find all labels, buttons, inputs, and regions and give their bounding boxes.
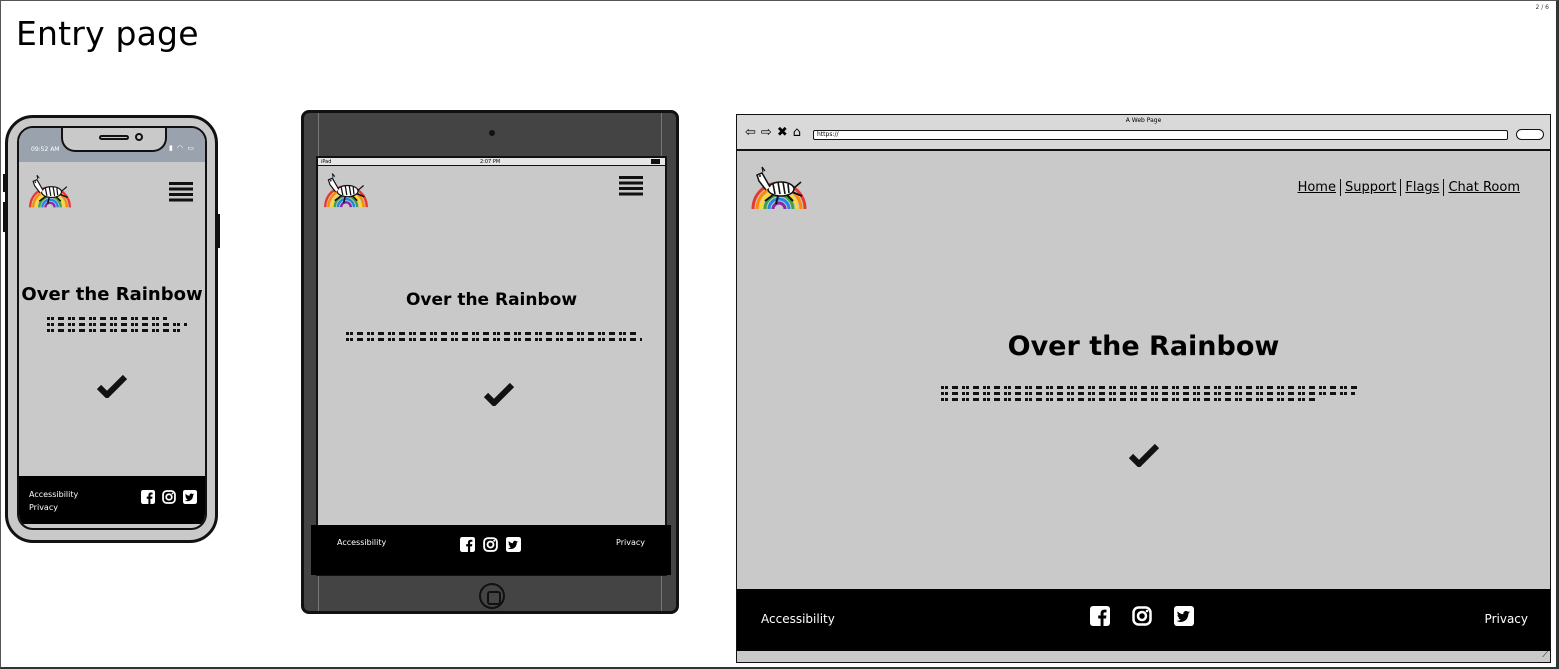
placeholder-text [941,383,1361,404]
phone-side-button [3,174,6,192]
twitter-icon[interactable] [1174,606,1194,626]
nav-support[interactable]: Support [1341,180,1400,195]
page-title: Entry page [16,14,199,53]
checkmark-icon[interactable] [484,382,514,406]
accessibility-link[interactable]: Accessibility [761,612,835,626]
search-icon[interactable] [1516,129,1544,140]
camera-icon [489,130,495,136]
tablet-screen: iPad 2:07 PM Over the Rainbow [316,156,667,576]
instagram-icon[interactable] [483,537,498,552]
nav-chat-room[interactable]: Chat Room [1444,180,1524,195]
phone-mockup: 09:52 AM ▮ ◠ ▭ Over the Rainbow Accessib… [3,115,220,543]
social-links [460,537,521,552]
site-footer: Accessibility Privacy [19,476,205,524]
status-time: 2:07 PM [480,159,501,165]
placeholder-text [346,329,642,344]
zebra-rainbow-logo[interactable] [27,172,73,209]
close-icon[interactable]: ✖ [777,125,788,140]
resize-handle-icon[interactable]: ⟋ [1542,650,1548,660]
twitter-icon[interactable] [506,537,521,552]
phone-notch [61,128,167,152]
speaker-icon [99,135,129,140]
page-number: 2 / 6 [1535,4,1549,11]
zebra-rainbow-logo[interactable] [322,170,370,209]
phone-screen: 09:52 AM ▮ ◠ ▭ Over the Rainbow Accessib… [17,126,207,530]
browser-nav-buttons: ⇦ ⇨ ✖ ⌂ [745,125,801,140]
privacy-link[interactable]: Privacy [616,538,645,547]
site-footer: Accessibility Privacy [311,525,671,575]
checkmark-icon[interactable] [97,374,127,398]
instagram-icon[interactable] [162,490,176,504]
forward-arrow-icon[interactable]: ⇨ [761,125,772,140]
phone-side-button [217,214,220,248]
browser-chrome: A Web Page ⇦ ⇨ ✖ ⌂ https:// [737,115,1550,151]
placeholder-text [47,314,187,335]
phone-side-button [3,202,6,232]
facebook-icon[interactable] [1090,606,1110,626]
tablet-status-bar: iPad 2:07 PM [318,158,665,166]
social-links [1090,606,1194,626]
zebra-rainbow-logo[interactable] [749,163,809,211]
privacy-link[interactable]: Privacy [29,501,78,514]
status-time: 09:52 AM [31,146,60,153]
checkmark-icon[interactable] [1129,443,1159,467]
hero-title: Over the Rainbow [21,284,203,305]
nav-home[interactable]: Home [1294,180,1340,195]
social-links [141,490,197,504]
hero-title: Over the Rainbow [1007,331,1280,362]
home-button-icon[interactable] [479,583,505,609]
privacy-link[interactable]: Privacy [1485,612,1528,626]
home-icon[interactable]: ⌂ [793,125,801,140]
accessibility-link[interactable]: Accessibility [337,538,386,547]
battery-icon [651,159,660,164]
back-arrow-icon[interactable]: ⇦ [745,125,756,140]
facebook-icon[interactable] [141,490,155,504]
nav-flags[interactable]: Flags [1401,180,1443,195]
url-bar[interactable]: https:// [813,130,1508,140]
hamburger-menu-icon[interactable] [169,182,193,202]
hero-title: Over the Rainbow [405,290,578,310]
status-icons: ▮ ◠ ▭ [168,144,195,152]
browser-mockup: A Web Page ⇦ ⇨ ✖ ⌂ https:// Home Support… [736,114,1551,663]
camera-icon [135,133,143,141]
tablet-mockup: iPad 2:07 PM Over the Rainbow Accessibil… [301,110,679,614]
status-device: iPad [321,159,332,165]
site-footer: Accessibility Privacy [737,589,1550,651]
main-nav: Home Support Flags Chat Room [1294,179,1524,196]
facebook-icon[interactable] [460,537,475,552]
hamburger-menu-icon[interactable] [619,176,643,196]
instagram-icon[interactable] [1132,606,1152,626]
window-title: A Web Page [1125,117,1162,124]
twitter-icon[interactable] [183,490,197,504]
accessibility-link[interactable]: Accessibility [29,488,78,501]
